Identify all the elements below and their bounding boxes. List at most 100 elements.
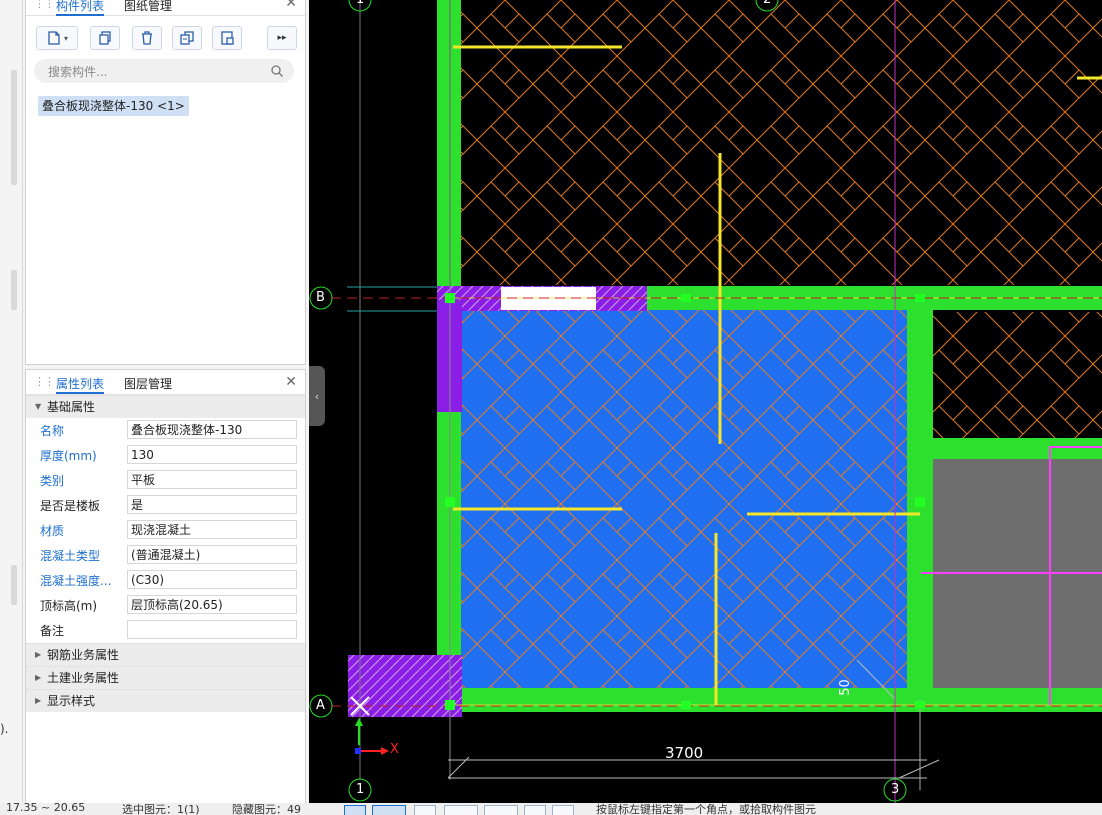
delete-icon <box>142 31 152 45</box>
property-panel-tabbar: ⋮⋮ 属性列表 图层管理 ✕ <box>26 370 305 395</box>
property-value-field[interactable]: 是 <box>127 495 297 514</box>
cad-canvas[interactable]: 1 2 B A 1 3 3700 50 X <box>309 0 1102 803</box>
property-rows: 名称 叠合板现浇整体-130 厚度(mm) 130 类别 平板是否是楼板 是材质 现浇混凝土混… <box>26 418 305 643</box>
property-row: 混凝土类型 (普通混凝土) <box>26 543 305 568</box>
dimension-label: 3700 <box>665 744 704 762</box>
property-row: 顶标高(m) 层顶标高(20.65) <box>26 593 305 618</box>
section-civil-label: 土建业务属性 <box>47 671 120 685</box>
drag-grip-icon[interactable]: ⋮⋮ <box>34 0 55 10</box>
expanded-triangle-icon: ▼ <box>35 402 42 411</box>
statusbar-cross-button[interactable] <box>414 805 436 815</box>
tab-layer-management[interactable]: 图层管理 <box>124 375 172 392</box>
tab-component-list[interactable]: 构件列表 <box>56 0 105 16</box>
property-value-field[interactable]: (C30) <box>127 570 297 589</box>
component-panel-tabbar: ⋮⋮ 构件列表 图纸管理 ✕ <box>26 0 305 16</box>
statusbar-arc-button[interactable] <box>552 805 574 815</box>
property-name: 名称 <box>40 424 65 438</box>
property-row: 类别 平板 <box>26 468 305 493</box>
status-hidden: 隐藏图元：49 <box>232 803 301 815</box>
left-scrollbar-segment[interactable] <box>11 270 17 310</box>
section-rebar-label: 钢筋业务属性 <box>47 648 120 662</box>
axis-label-top-1: 1 <box>356 0 364 7</box>
statusbar-save-button[interactable] <box>524 805 546 815</box>
status-hint: 按鼠标左键指定第一个角点，或拾取构件图元 <box>596 803 816 815</box>
property-value-field[interactable]: 层顶标高(20.65) <box>127 595 297 614</box>
search-icon[interactable] <box>270 64 284 78</box>
property-name: 材质 <box>40 524 65 538</box>
status-selected: 选中图元：1(1) <box>122 803 200 815</box>
component-list-panel: ⋮⋮ 构件列表 图纸管理 ✕ ▾ ▸▸ 叠合板现浇整体-130 <1> <box>25 0 306 365</box>
property-row: 材质 现浇混凝土 <box>26 518 305 543</box>
property-value-field[interactable]: 现浇混凝土 <box>127 520 297 539</box>
collapse-panel-button[interactable]: ‹ <box>309 366 325 426</box>
search-input[interactable] <box>46 62 270 82</box>
chevron-left-icon: ‹ <box>314 389 320 403</box>
property-name: 混凝土强度... <box>40 574 112 588</box>
section-display-style[interactable]: ▶ 显示样式 <box>26 689 305 712</box>
collapsed-triangle-icon: ▶ <box>35 650 42 659</box>
property-row: 备注 <box>26 618 305 643</box>
properties-button[interactable] <box>212 26 242 50</box>
property-value-field[interactable] <box>127 620 297 639</box>
statusbar-angle-button[interactable] <box>444 805 478 815</box>
collapsed-triangle-icon: ▶ <box>35 673 42 682</box>
collapsed-triangle-icon: ▶ <box>35 696 42 705</box>
delete-button[interactable] <box>132 26 162 50</box>
left-strip-text: ). <box>0 722 9 736</box>
left-scrollbar[interactable] <box>11 70 17 185</box>
section-basic-label: 基础属性 <box>47 400 96 414</box>
property-row: 是否是楼板 是 <box>26 493 305 518</box>
property-name: 顶标高(m) <box>40 599 98 613</box>
left-scrollbar-segment-2[interactable] <box>11 565 17 605</box>
properties-icon <box>221 31 234 45</box>
section-civil-properties[interactable]: ▶ 土建业务属性 <box>26 666 305 689</box>
close-icon-2[interactable]: ✕ <box>285 374 297 390</box>
section-basic-properties[interactable]: ▼ 基础属性 <box>26 395 305 418</box>
more-icon: ▸▸ <box>277 33 287 43</box>
close-icon[interactable]: ✕ <box>285 0 297 11</box>
cad-labels <box>309 0 907 802</box>
property-name: 备注 <box>40 624 65 638</box>
dropdown-caret-icon: ▾ <box>63 33 68 43</box>
copy-icon <box>99 31 111 45</box>
axis-label-a: A <box>316 698 325 713</box>
property-name: 类别 <box>40 474 65 488</box>
left-side-strip: ). <box>0 0 23 815</box>
tab-drawing-management[interactable]: 图纸管理 <box>124 0 172 14</box>
search-box <box>34 59 294 83</box>
axis-label-bottom-1: 1 <box>356 782 365 797</box>
ucs-x-label: X <box>390 742 399 757</box>
property-row: 混凝土强度... (C30) <box>26 568 305 593</box>
component-toolbar: ▾ ▸▸ <box>26 26 305 52</box>
axis-label-b: B <box>316 290 325 305</box>
axis-label-bottom-3: 3 <box>891 782 900 797</box>
new-component-button[interactable]: ▾ <box>36 26 78 50</box>
status-elevation: 17.35 ~ 20.65 <box>6 803 86 814</box>
property-name: 混凝土类型 <box>40 549 101 563</box>
more-button[interactable]: ▸▸ <box>267 26 297 50</box>
tab-property-list[interactable]: 属性列表 <box>56 375 105 394</box>
statusbar-snap-button[interactable] <box>344 805 366 815</box>
layer-copy-button[interactable] <box>172 26 202 50</box>
axis-label-top-2: 2 <box>763 0 771 7</box>
property-value-field[interactable]: (普通混凝土) <box>127 545 297 564</box>
status-bar: 17.35 ~ 20.65 选中图元：1(1) 隐藏图元：49 按鼠标左键指定第… <box>0 803 1102 815</box>
copy-button[interactable] <box>90 26 120 50</box>
section-rebar-properties[interactable]: ▶ 钢筋业务属性 <box>26 643 305 666</box>
layer-copy-icon <box>180 31 194 45</box>
property-row: 名称 叠合板现浇整体-130 <box>26 418 305 443</box>
statusbar-ortho-button[interactable] <box>372 805 406 815</box>
section-display-label: 显示样式 <box>47 694 96 708</box>
property-panel: ⋮⋮ 属性列表 图层管理 ✕ ▼ 基础属性 名称 叠合板现浇整体-130 厚度(mm… <box>25 369 306 805</box>
component-list-item[interactable]: 叠合板现浇整体-130 <1> <box>38 96 189 116</box>
small-dimension-label: 50 <box>837 679 853 696</box>
property-value-field[interactable]: 叠合板现浇整体-130 <box>127 420 297 439</box>
new-component-icon <box>48 31 60 45</box>
property-name: 是否是楼板 <box>40 499 101 513</box>
property-name: 厚度(mm) <box>40 449 97 463</box>
drag-grip-icon-2[interactable]: ⋮⋮ <box>34 375 55 388</box>
property-row: 厚度(mm) 130 <box>26 443 305 468</box>
property-value-field[interactable]: 130 <box>127 445 297 464</box>
statusbar-plus-button[interactable] <box>484 805 518 815</box>
property-value-field[interactable]: 平板 <box>127 470 297 489</box>
